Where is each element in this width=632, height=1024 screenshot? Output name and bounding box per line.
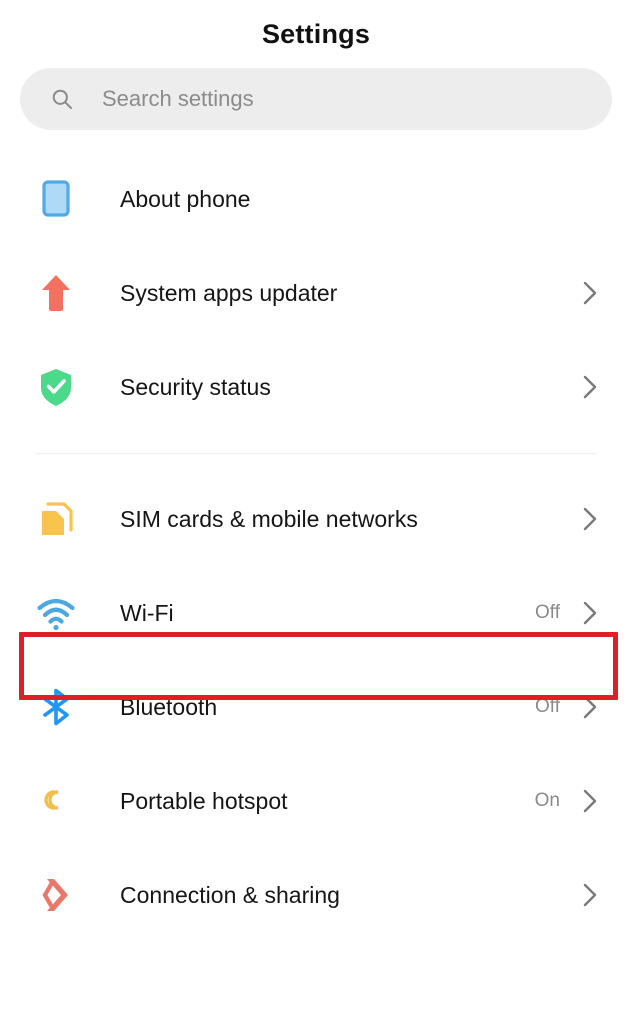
list-item-label: Wi-Fi: [120, 599, 174, 626]
list-item-label: Security status: [120, 373, 271, 400]
list-item-value: Off: [535, 696, 560, 717]
sim-card-icon: [34, 497, 78, 541]
settings-list: About phone System apps updater Security…: [0, 152, 632, 942]
list-item-label: System apps updater: [120, 279, 338, 306]
app-header: Settings: [0, 0, 632, 68]
settings-group-connectivity: SIM cards & mobile networks Wi-Fi Off Bl…: [0, 472, 632, 942]
list-item-connection-sharing[interactable]: Connection & sharing: [0, 848, 632, 942]
list-item-portable-hotspot[interactable]: Portable hotspot On: [0, 754, 632, 848]
group-divider: [0, 434, 632, 472]
chevron-right-icon: [582, 882, 598, 908]
chevron-right-icon: [582, 374, 598, 400]
search-bar[interactable]: Search settings: [20, 68, 612, 130]
list-item-label: Portable hotspot: [120, 787, 288, 814]
list-item-label: About phone: [120, 185, 251, 212]
list-item-value: On: [534, 790, 560, 811]
search-input[interactable]: Search settings: [102, 86, 254, 112]
chevron-right-icon: [582, 694, 598, 720]
list-item-about-phone[interactable]: About phone: [0, 152, 632, 246]
chevron-right-icon: [582, 506, 598, 532]
phone-outline-icon: [34, 177, 78, 221]
list-item-label: Bluetooth: [120, 693, 218, 720]
list-item-sim-cards-mobile-networks[interactable]: SIM cards & mobile networks: [0, 472, 632, 566]
shield-check-icon: [34, 365, 78, 409]
chevron-right-icon: [582, 600, 598, 626]
up-arrow-icon: [34, 271, 78, 315]
list-item-security-status[interactable]: Security status: [0, 340, 632, 434]
list-item-label: Connection & sharing: [120, 881, 340, 908]
list-item-value: Off: [535, 602, 560, 623]
connection-sharing-icon: [34, 873, 78, 917]
settings-group-device: About phone System apps updater Security…: [0, 152, 632, 434]
list-item-system-apps-updater[interactable]: System apps updater: [0, 246, 632, 340]
list-item-wifi[interactable]: Wi-Fi Off: [0, 566, 632, 660]
hotspot-icon: [34, 779, 78, 823]
page-title: Settings: [261, 18, 371, 49]
list-item-bluetooth[interactable]: Bluetooth Off: [0, 660, 632, 754]
bluetooth-icon: [34, 685, 78, 729]
search-section: Search settings: [0, 68, 632, 130]
wifi-icon: [34, 591, 78, 635]
search-icon: [50, 87, 74, 111]
chevron-right-icon: [582, 788, 598, 814]
list-item-label: SIM cards & mobile networks: [120, 505, 418, 532]
chevron-right-icon: [582, 280, 598, 306]
